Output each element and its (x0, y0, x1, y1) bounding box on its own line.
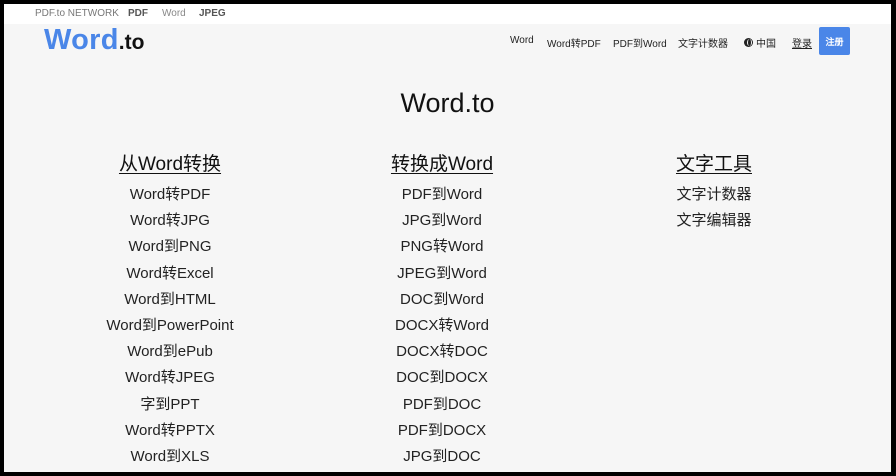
logo-word: Word (44, 24, 119, 56)
network-bar: PDF.to NETWORK PDF Word JPEG (4, 4, 891, 24)
list-text-tools: 文字计数器 文字编辑器 (610, 182, 818, 234)
tool-link-word-to-jpg[interactable]: Word转JPG (130, 212, 210, 229)
network-link-jpeg[interactable]: JPEG (199, 8, 226, 19)
language-label: 中国 (756, 39, 776, 50)
list-to-word: PDF到Word JPG到Word PNG转Word JPEG到Word DOC… (338, 182, 546, 470)
list-item: Word到ePub (66, 339, 274, 365)
list-from-word: Word转PDF Word转JPG Word到PNG Word转Excel Wo… (66, 182, 274, 470)
tool-link-jpeg-to-word[interactable]: JPEG到Word (397, 265, 487, 282)
list-item: Word到HTML (66, 287, 274, 313)
globe-icon (744, 38, 753, 47)
tool-link-word-to-pdf[interactable]: Word转PDF (130, 186, 211, 203)
list-item: Word转JPG (66, 208, 274, 234)
site-logo[interactable]: Word.to (44, 24, 144, 57)
tool-link-doc-to-docx[interactable]: DOC到DOCX (396, 369, 488, 386)
tool-link-docx-to-doc[interactable]: DOCX转DOC (396, 343, 488, 360)
network-link-pdf[interactable]: PDF (128, 8, 148, 19)
list-item: PDF到DOC (338, 392, 546, 418)
logo-suffix: .to (118, 31, 145, 54)
list-item: PDF到DOCX (338, 418, 546, 444)
list-item: Word到XLS (66, 444, 274, 470)
list-item: Word转Excel (66, 261, 274, 287)
login-link[interactable]: 登录 (792, 35, 812, 50)
list-item: PDF到Word (338, 182, 546, 208)
nav-item-pdf-to-word[interactable]: PDF到Word (613, 35, 667, 50)
tool-link-word-to-pptx[interactable]: Word转PPTX (125, 422, 215, 439)
list-item: DOCX转Word (338, 313, 546, 339)
page: PDF.to NETWORK PDF Word JPEG Word.to Wor… (4, 4, 891, 472)
network-link-word[interactable]: Word (162, 8, 186, 19)
tool-link-word-to-excel[interactable]: Word转Excel (126, 265, 213, 282)
nav-item-word[interactable]: Word (510, 35, 534, 46)
list-item: DOCX转DOC (338, 339, 546, 365)
column-heading-from-word: 从Word转换 (118, 154, 222, 175)
column-heading-to-word: 转换成Word (390, 154, 494, 175)
list-item: Word到PNG (66, 234, 274, 260)
column-heading-text-tools: 文字工具 (675, 154, 752, 175)
tool-link-word-to-jpeg[interactable]: Word转JPEG (125, 369, 215, 386)
list-item: JPG到DOC (338, 444, 546, 470)
tool-link-word-to-html[interactable]: Word到HTML (124, 291, 215, 308)
tool-link-text-editor[interactable]: 文字编辑器 (676, 212, 751, 229)
list-item: 文字计数器 (610, 182, 818, 208)
tool-link-pdf-to-word[interactable]: PDF到Word (402, 186, 483, 203)
tool-link-png-to-word[interactable]: PNG转Word (400, 238, 483, 255)
list-item: Word到PowerPoint (66, 313, 274, 339)
list-item: Word转JPEG (66, 365, 274, 391)
column-from-word: 从Word转换 Word转PDF Word转JPG Word到PNG Word转… (66, 153, 274, 470)
nav-item-word-to-pdf[interactable]: Word转PDF (547, 35, 601, 50)
tool-link-word-to-png[interactable]: Word到PNG (128, 238, 211, 255)
tool-link-pdf-to-doc[interactable]: PDF到DOC (403, 396, 481, 413)
list-item: DOC到DOCX (338, 365, 546, 391)
register-button[interactable]: 注册 (819, 27, 850, 55)
tool-link-word-to-ppt[interactable]: 字到PPT (140, 396, 199, 413)
list-item: JPG到Word (338, 208, 546, 234)
tool-link-pdf-to-docx[interactable]: PDF到DOCX (398, 422, 486, 439)
tool-link-word-to-epub[interactable]: Word到ePub (127, 343, 213, 360)
column-to-word: 转换成Word PDF到Word JPG到Word PNG转Word JPEG到… (338, 153, 546, 470)
tool-link-jpg-to-word[interactable]: JPG到Word (402, 212, 482, 229)
list-item: 文字编辑器 (610, 208, 818, 234)
list-item: Word转PPTX (66, 418, 274, 444)
tool-link-word-to-powerpoint[interactable]: Word到PowerPoint (106, 317, 233, 334)
list-item: DOC到Word (338, 287, 546, 313)
network-label: PDF.to NETWORK (35, 8, 119, 19)
tool-link-jpg-to-doc[interactable]: JPG到DOC (403, 448, 481, 465)
tool-link-docx-to-word[interactable]: DOCX转Word (395, 317, 489, 334)
page-title: Word.to (400, 88, 495, 118)
tool-link-doc-to-word[interactable]: DOC到Word (400, 291, 484, 308)
tool-link-word-counter[interactable]: 文字计数器 (676, 186, 751, 203)
tool-link-word-to-xls[interactable]: Word到XLS (131, 448, 210, 465)
nav-item-word-counter[interactable]: 文字计数器 (678, 35, 728, 50)
list-item: 字到PPT (66, 392, 274, 418)
list-item: Word转PDF (66, 182, 274, 208)
language-selector[interactable]: 中国 (744, 35, 776, 50)
list-item: JPEG到Word (338, 261, 546, 287)
list-item: PNG转Word (338, 234, 546, 260)
column-text-tools: 文字工具 文字计数器 文字编辑器 (610, 153, 818, 234)
